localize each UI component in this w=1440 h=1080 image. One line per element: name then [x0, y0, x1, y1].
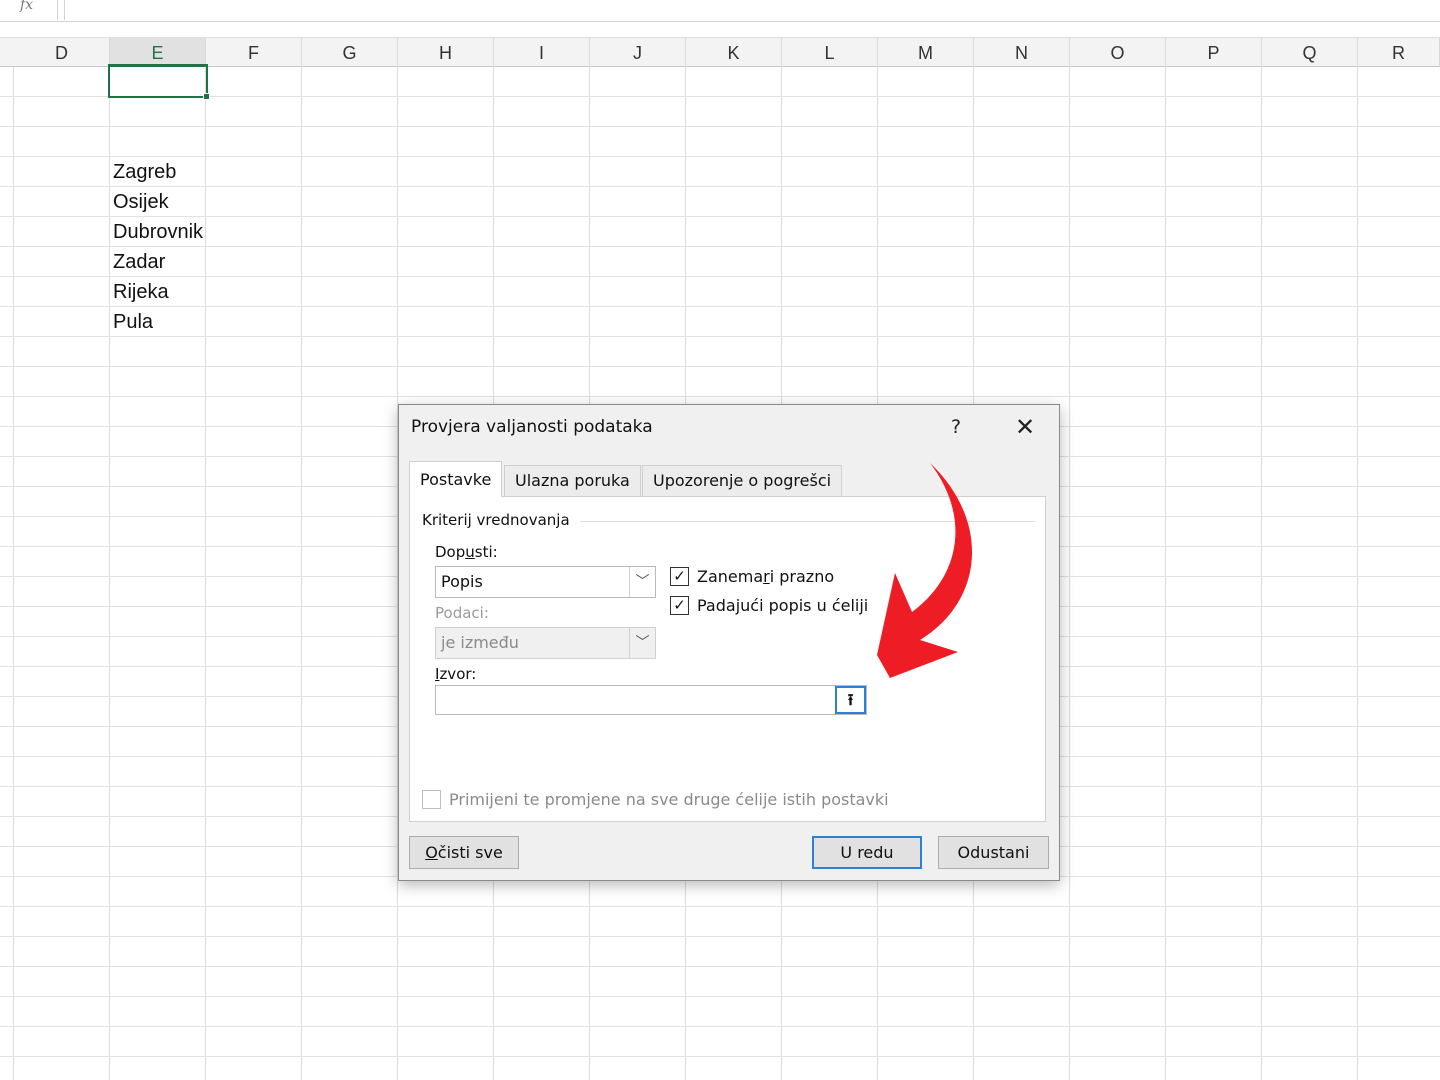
tab-error-alert[interactable]: Upozorenje o pogrešci — [642, 465, 843, 496]
tab-settings[interactable]: Postavke — [409, 461, 503, 497]
column-headers: D E F G H I J K L M N O P Q R — [0, 37, 1440, 67]
data-label: Podaci: — [435, 604, 489, 622]
column-header-q[interactable]: Q — [1262, 38, 1358, 67]
tab-input-message[interactable]: Ulazna poruka — [504, 465, 641, 496]
data-validation-dialog: Provjera valjanosti podataka ? ✕ Postavk… — [398, 404, 1060, 881]
data-select[interactable]: je između ﹀ — [435, 627, 656, 659]
cell-e8[interactable]: Rijeka — [113, 277, 169, 307]
close-icon[interactable]: ✕ — [1005, 411, 1045, 443]
apply-all-label: Primijeni te promjene na sve druge ćelij… — [449, 790, 889, 809]
cell-e4[interactable]: Zagreb — [113, 157, 176, 187]
column-header-h[interactable]: H — [398, 38, 494, 67]
column-header-m[interactable]: M — [878, 38, 974, 67]
source-input[interactable]: ⭱ — [435, 685, 867, 715]
help-button[interactable]: ? — [939, 411, 973, 443]
column-header-i[interactable]: I — [494, 38, 590, 67]
formula-bar: fx — [0, 0, 1440, 22]
column-header-k[interactable]: K — [686, 38, 782, 67]
section-divider — [580, 521, 1035, 522]
apply-all-checkbox[interactable] — [422, 790, 441, 809]
cell-e5[interactable]: Osijek — [113, 187, 169, 217]
column-header-j[interactable]: J — [590, 38, 686, 67]
formula-input[interactable] — [64, 0, 1440, 20]
in-cell-dropdown-label: Padajući popis u ćeliji — [697, 596, 869, 615]
allow-select[interactable]: Popis ﹀ — [435, 566, 656, 598]
column-header-g[interactable]: G — [302, 38, 398, 67]
fx-icon[interactable]: fx — [0, 0, 58, 20]
ok-button[interactable]: U redu — [812, 836, 922, 869]
source-label: Izvor: — [435, 665, 477, 683]
ignore-blank-checkbox[interactable]: ✓ — [670, 567, 689, 586]
data-select-value: je između — [441, 633, 519, 652]
column-header-o[interactable]: O — [1070, 38, 1166, 67]
settings-panel: Kriterij vrednovanja Dopusti: Popis ﹀ ✓ … — [409, 496, 1046, 822]
cancel-button[interactable]: Odustani — [938, 836, 1049, 869]
cell-e6[interactable]: Dubrovnik — [113, 217, 203, 247]
chevron-down-icon[interactable]: ﹀ — [629, 628, 655, 658]
column-header-p[interactable]: P — [1166, 38, 1262, 67]
chevron-down-icon[interactable]: ﹀ — [629, 567, 655, 597]
selected-cell-e1[interactable] — [108, 64, 210, 100]
section-title: Kriterij vrednovanja — [422, 511, 576, 529]
cell-e7[interactable]: Zadar — [113, 247, 165, 277]
cell-e9[interactable]: Pula — [113, 307, 153, 337]
column-header-l[interactable]: L — [782, 38, 878, 67]
allow-label: Dopusti: — [435, 543, 498, 561]
dialog-title: Provjera valjanosti podataka — [411, 417, 653, 437]
excel-window: fx D E F G H I J K L M N O P Q R Zagreb … — [0, 0, 1440, 1080]
column-header-n[interactable]: N — [974, 38, 1070, 67]
ignore-blank-label: Zanemari prazno — [697, 567, 835, 586]
column-header-d[interactable]: D — [14, 38, 110, 67]
column-header-e[interactable]: E — [110, 38, 206, 67]
column-header-f[interactable]: F — [206, 38, 302, 67]
clear-all-button[interactable]: Očisti sve — [409, 836, 519, 869]
collapse-dialog-icon[interactable]: ⭱ — [835, 686, 866, 714]
allow-select-value: Popis — [441, 572, 483, 591]
column-header-r[interactable]: R — [1358, 38, 1440, 67]
fill-handle[interactable] — [203, 93, 210, 100]
in-cell-dropdown-checkbox[interactable]: ✓ — [670, 596, 689, 615]
